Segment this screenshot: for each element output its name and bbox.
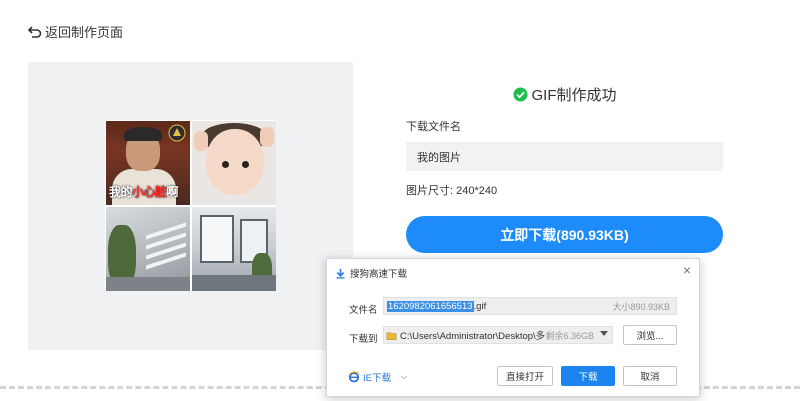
ie-download-link[interactable]: IE下载 ⌵ [348, 370, 407, 384]
back-arrow-icon [28, 25, 42, 38]
collage-tile-child [192, 121, 276, 205]
cancel-button[interactable]: 取消 [623, 366, 677, 386]
collage-tile-lobby [192, 207, 276, 291]
open-directly-button[interactable]: 直接打开 [497, 366, 553, 386]
filename-input[interactable] [406, 142, 723, 171]
success-check-icon [512, 87, 528, 102]
gif-preview-panel: 我的小心脏啊 [28, 62, 353, 350]
folder-icon [386, 331, 397, 340]
dialog-download-button[interactable]: 下载 [561, 366, 615, 386]
file-extension: .gif [473, 300, 487, 312]
dialog-title-text: 搜狗高速下载 [350, 269, 408, 280]
ie-browser-icon [348, 371, 360, 383]
collage-tile-stairs [106, 207, 190, 291]
file-name-label: 文件名 [349, 305, 378, 316]
collage-tile-man: 我的小心脏啊 [106, 121, 190, 205]
free-space-text: 剩余6.36GB [545, 330, 594, 341]
file-size-text: 大小890.93KB [612, 301, 670, 312]
file-name-selected: 1620982061656513 [387, 300, 474, 312]
collage-caption: 我的小心脏啊 [109, 185, 179, 199]
chevron-down-icon[interactable]: ⌵ [401, 372, 407, 382]
image-size-text: 图片尺寸: 240*240 [406, 185, 498, 197]
file-name-field[interactable]: 1620982061656513 .gif 大小890.93KB [383, 297, 677, 315]
back-link-label: 返回制作页面 [45, 25, 124, 40]
dropdown-arrow-icon [600, 331, 608, 336]
save-to-label: 下载到 [349, 334, 378, 345]
gif-preview-image: 我的小心脏啊 [105, 120, 276, 291]
success-text: GIF制作成功 [531, 87, 617, 104]
browse-button[interactable]: 浏览... [623, 325, 677, 345]
close-icon[interactable]: × [683, 262, 691, 278]
save-path-select[interactable]: C:\Users\Administrator\Desktop\多 剩余6.36G… [383, 326, 613, 344]
logo-icon [168, 124, 186, 142]
ie-download-label: IE下载 [363, 373, 391, 384]
back-to-editor-link[interactable]: 返回制作页面 [28, 22, 123, 41]
save-path-text: C:\Users\Administrator\Desktop\多 [400, 331, 546, 342]
download-arrow-icon [336, 268, 345, 279]
filename-label: 下载文件名 [406, 121, 461, 133]
sogou-download-dialog: 搜狗高速下载 × 文件名 1620982061656513 .gif 大小890… [326, 258, 700, 397]
dialog-title: 搜狗高速下载 [335, 266, 407, 280]
download-now-button[interactable]: 立即下载(890.93KB) [406, 216, 723, 253]
success-message: GIF制作成功 [406, 84, 723, 105]
